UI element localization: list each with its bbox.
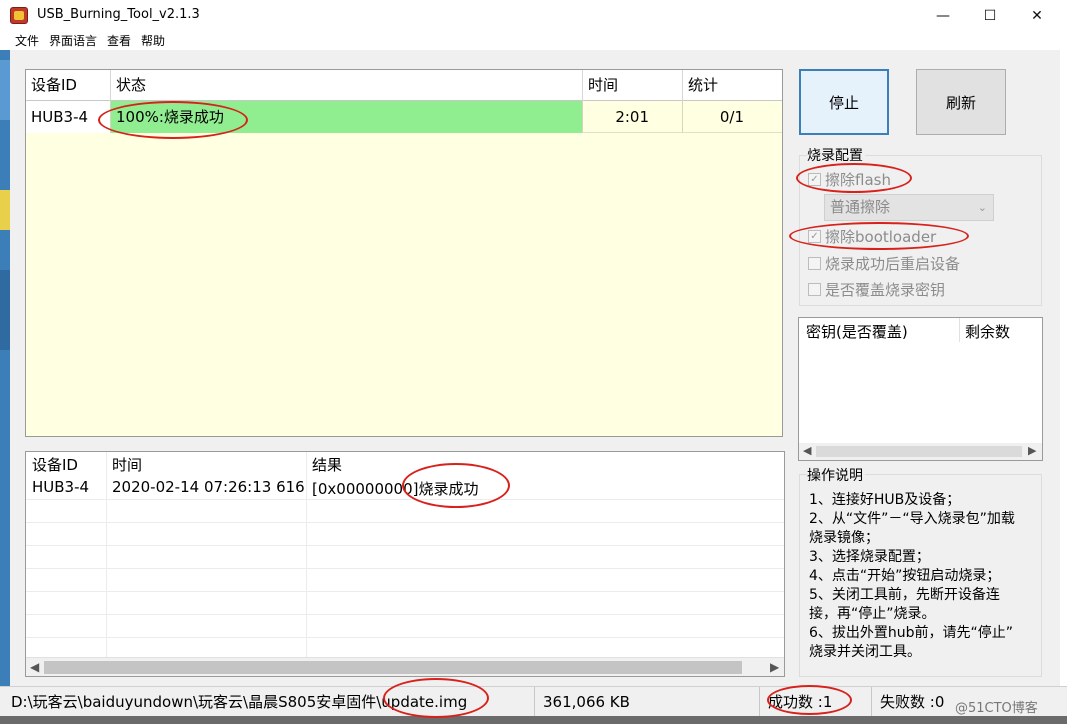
log-table[interactable]: 设备ID 时间 结果 HUB3-4 2020-02-14 07:26:13 61… <box>25 451 785 677</box>
status-fail-count: 失败数 :0 <box>880 693 945 711</box>
erase-flash-checkbox[interactable]: ✓ <box>808 172 821 186</box>
time-cell: 2:01 <box>583 101 683 133</box>
erase-mode-value: 普通擦除 <box>830 198 891 216</box>
taskbar-fragment <box>0 716 1067 724</box>
log-result: [0x00000000]烧录成功 <box>312 480 479 498</box>
instruction-line: 2、从“文件”－“导入烧录包”加载 <box>809 511 1015 527</box>
header-stats[interactable]: 统计 <box>683 70 782 101</box>
instruction-line: 烧录并关闭工具。 <box>809 644 921 660</box>
overwrite-key-label: 是否覆盖烧录密钥 <box>825 280 946 299</box>
table-row[interactable] <box>26 569 784 592</box>
erase-bootloader-label: 擦除bootloader <box>825 227 937 246</box>
log-time: 2020-02-14 07:26:13 616 <box>112 478 305 496</box>
menu-bar: 文件 界面语言 查看 帮助 <box>10 31 1060 50</box>
scroll-right-icon[interactable]: ▶ <box>770 660 779 674</box>
instruction-line: 3、选择烧录配置； <box>809 549 930 565</box>
header-time[interactable]: 时间 <box>583 70 683 101</box>
column-divider <box>959 318 960 342</box>
menu-help[interactable]: 帮助 <box>136 31 170 50</box>
scroll-left-icon[interactable]: ◀ <box>803 444 811 457</box>
instruction-line: 1、连接好HUB及设备； <box>809 492 961 508</box>
instruction-line: 接，再“停止”烧录。 <box>809 606 936 622</box>
log-horizontal-scrollbar[interactable]: ◀ ▶ <box>26 657 784 676</box>
erase-flash-option[interactable]: ✓ 擦除flash <box>808 169 891 189</box>
table-row[interactable]: HUB3-4 2020-02-14 07:26:13 616 [0x000000… <box>26 477 784 500</box>
table-row[interactable]: HUB3-4 100%:烧录成功 2:01 0/1 <box>26 101 782 133</box>
key-table[interactable]: 密钥(是否覆盖) 剩余数 ◀ ▶ <box>798 317 1043 461</box>
reboot-after-checkbox[interactable] <box>808 256 821 270</box>
header-status[interactable]: 状态 <box>111 70 583 101</box>
erase-flash-label: 擦除flash <box>825 170 891 189</box>
overwrite-key-option[interactable]: 是否覆盖烧录密钥 <box>808 279 945 299</box>
erase-bootloader-checkbox[interactable]: ✓ <box>808 229 821 243</box>
scrollbar-thumb[interactable] <box>816 446 1022 457</box>
instruction-line: 4、点击“开始”按钮启动烧录； <box>809 568 1001 584</box>
device-id-cell: HUB3-4 <box>26 101 111 133</box>
scrollbar-thumb[interactable] <box>44 661 742 674</box>
instruction-line: 6、拔出外置hub前，请先“停止” <box>809 625 1014 641</box>
desktop-icon-fragment <box>0 190 10 230</box>
app-icon <box>10 7 28 24</box>
status-success-count: 成功数 :1 <box>765 687 872 717</box>
stop-button[interactable]: 停止 <box>799 69 889 135</box>
menu-language[interactable]: 界面语言 <box>44 31 102 50</box>
instructions-title: 操作说明 <box>807 465 865 485</box>
key-header-key[interactable]: 密钥(是否覆盖) <box>806 321 908 342</box>
maximize-button[interactable]: ☐ <box>967 0 1013 31</box>
erase-mode-select[interactable]: 普通擦除 ⌄ <box>824 194 994 221</box>
table-row[interactable] <box>26 615 784 638</box>
status-cell: 100%:烧录成功 <box>111 101 583 133</box>
desktop-icon-fragment <box>0 270 10 350</box>
table-row[interactable] <box>26 592 784 615</box>
chevron-down-icon: ⌄ <box>977 201 987 214</box>
refresh-button[interactable]: 刷新 <box>916 69 1006 135</box>
header-device-id[interactable]: 设备ID <box>26 70 111 101</box>
menu-view[interactable]: 查看 <box>102 31 136 50</box>
status-file-size: 361,066 KB <box>540 687 760 717</box>
key-horizontal-scrollbar[interactable]: ◀ ▶ <box>799 443 1042 460</box>
scroll-left-icon[interactable]: ◀ <box>30 660 39 674</box>
scroll-right-icon[interactable]: ▶ <box>1028 444 1036 457</box>
watermark: @51CTO博客 <box>955 701 1038 716</box>
window-title: USB_Burning_Tool_v2.1.3 <box>37 7 200 22</box>
reboot-after-option[interactable]: 烧录成功后重启设备 <box>808 253 960 273</box>
log-header-time[interactable]: 时间 <box>112 454 142 475</box>
device-table[interactable]: 设备ID 状态 时间 统计 HUB3-4 100%:烧录成功 2:01 0/1 <box>25 69 783 437</box>
key-header-remaining[interactable]: 剩余数 <box>965 321 1010 342</box>
status-file-path: D:\玩客云\baiduyundown\玩客云\晶晨S805安卓固件\updat… <box>8 687 535 717</box>
device-table-header: 设备ID 状态 时间 统计 <box>26 70 782 101</box>
instruction-line: 烧录镜像； <box>809 530 879 546</box>
desktop-background-strip <box>0 50 10 710</box>
burn-config-title: 烧录配置 <box>807 145 865 165</box>
table-row[interactable] <box>26 546 784 569</box>
table-row[interactable] <box>26 500 784 523</box>
close-button[interactable]: ✕ <box>1014 0 1060 31</box>
title-bar[interactable]: USB_Burning_Tool_v2.1.3 — ☐ ✕ <box>0 0 1067 31</box>
log-device-id: HUB3-4 <box>32 478 90 496</box>
log-header-device-id[interactable]: 设备ID <box>32 454 78 475</box>
status-bar: D:\玩客云\baiduyundown\玩客云\晶晨S805安卓固件\updat… <box>0 686 1067 717</box>
table-row[interactable] <box>26 523 784 546</box>
reboot-after-label: 烧录成功后重启设备 <box>825 254 961 273</box>
log-header-result[interactable]: 结果 <box>312 454 342 475</box>
desktop-icon-fragment <box>0 60 10 120</box>
minimize-button[interactable]: — <box>920 0 966 31</box>
log-table-header: 设备ID 时间 结果 <box>26 452 784 477</box>
instruction-line: 5、关闭工具前，先断开设备连 <box>809 587 1000 603</box>
erase-bootloader-option[interactable]: ✓ 擦除bootloader <box>808 226 936 246</box>
overwrite-key-checkbox[interactable] <box>808 282 821 296</box>
menu-file[interactable]: 文件 <box>10 31 44 50</box>
stats-cell: 0/1 <box>719 108 744 126</box>
